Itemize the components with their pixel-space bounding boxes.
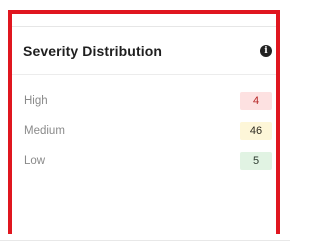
- divider: [0, 240, 290, 241]
- severity-row-high: High 4: [24, 91, 272, 111]
- card-header: Severity Distribution i: [12, 27, 276, 75]
- severity-row-medium: Medium 46: [24, 121, 272, 141]
- severity-count-medium: 46: [240, 122, 272, 140]
- card-title: Severity Distribution: [23, 42, 163, 59]
- severity-distribution-card: Severity Distribution i High 4 Medium 46…: [12, 26, 276, 237]
- severity-label-low: Low: [24, 155, 46, 167]
- severity-label-medium: Medium: [24, 125, 65, 137]
- severity-row-low: Low 5: [24, 151, 272, 171]
- severity-count-high: 4: [240, 92, 272, 110]
- highlight-frame: Severity Distribution i High 4 Medium 46…: [8, 10, 280, 237]
- info-icon[interactable]: i: [260, 44, 272, 57]
- severity-count-low: 5: [240, 152, 272, 170]
- severity-list: High 4 Medium 46 Low 5: [12, 75, 276, 171]
- severity-label-high: High: [24, 95, 48, 107]
